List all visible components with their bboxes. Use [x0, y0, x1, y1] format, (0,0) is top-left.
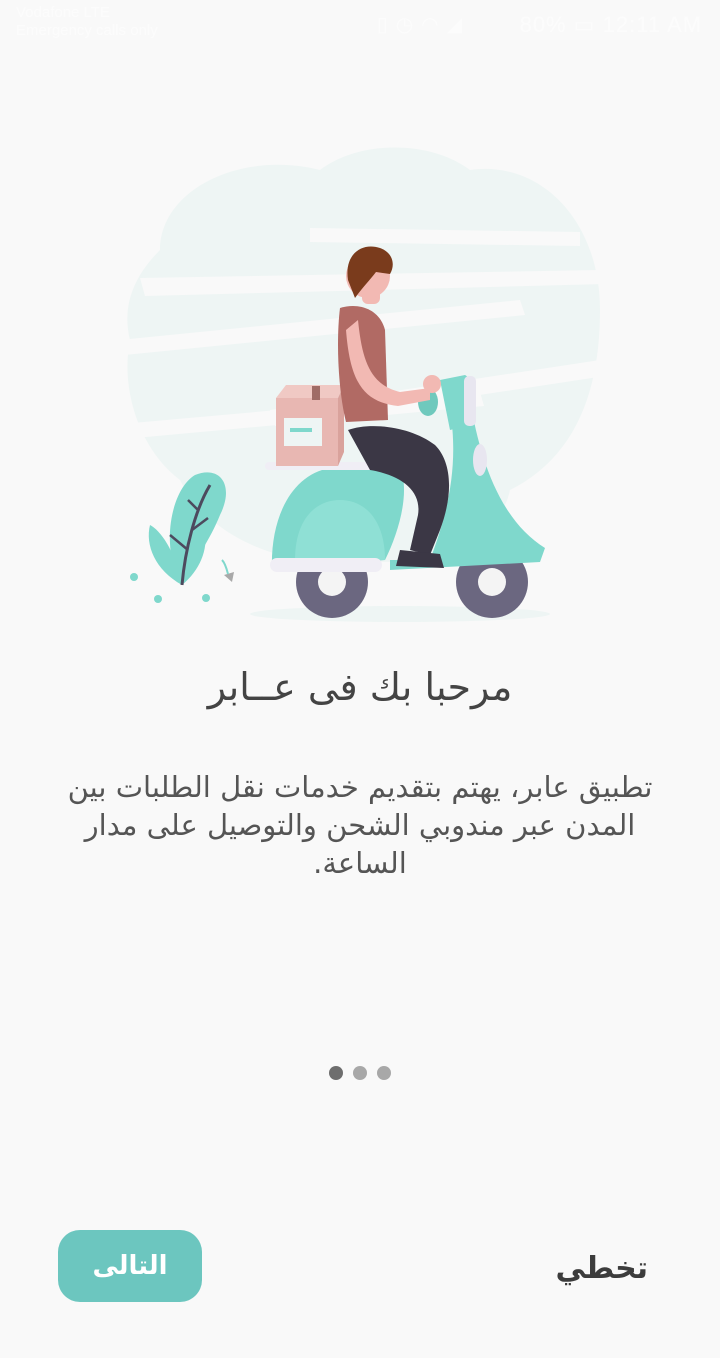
battery-level: 80%	[519, 12, 567, 37]
status-bar: Vodafone LTE Emergency calls only ▯◷◠◢ 8…	[0, 0, 720, 48]
welcome-description: تطبيق عابر، يهتم بتقديم خدمات نقل الطلبا…	[67, 770, 653, 880]
vibrate-icon: ▯	[376, 14, 396, 36]
signal-icon: ◢	[446, 14, 470, 36]
alarm-icon: ◷	[395, 14, 422, 36]
battery-icon: ▭	[573, 12, 596, 37]
clock: 12:11 AM	[602, 12, 702, 37]
page-dot-1[interactable]	[329, 1066, 343, 1080]
emergency-text: Emergency calls only	[16, 22, 158, 39]
welcome-title: مرحبا بك فى عــابر	[207, 665, 513, 709]
status-right: 80% ▭ 12:11 AM	[520, 12, 702, 38]
carrier-info: Vodafone LTE Emergency calls only	[16, 4, 158, 40]
status-icons: ▯◷◠◢	[377, 12, 470, 37]
wifi-icon: ◠	[421, 14, 447, 36]
plant	[130, 472, 234, 603]
page-indicator	[0, 1066, 720, 1080]
skip-button[interactable]: تخطي	[550, 1240, 654, 1296]
page-dot-2[interactable]	[353, 1066, 367, 1080]
delivery-box	[276, 385, 344, 466]
next-button[interactable]: التالى	[58, 1230, 202, 1302]
delivery-scooter-illustration	[110, 147, 605, 622]
onboarding-screen: Vodafone LTE Emergency calls only ▯◷◠◢ 8…	[0, 0, 720, 1358]
carrier-name: Vodafone LTE	[16, 4, 110, 21]
page-dot-3[interactable]	[377, 1066, 391, 1080]
